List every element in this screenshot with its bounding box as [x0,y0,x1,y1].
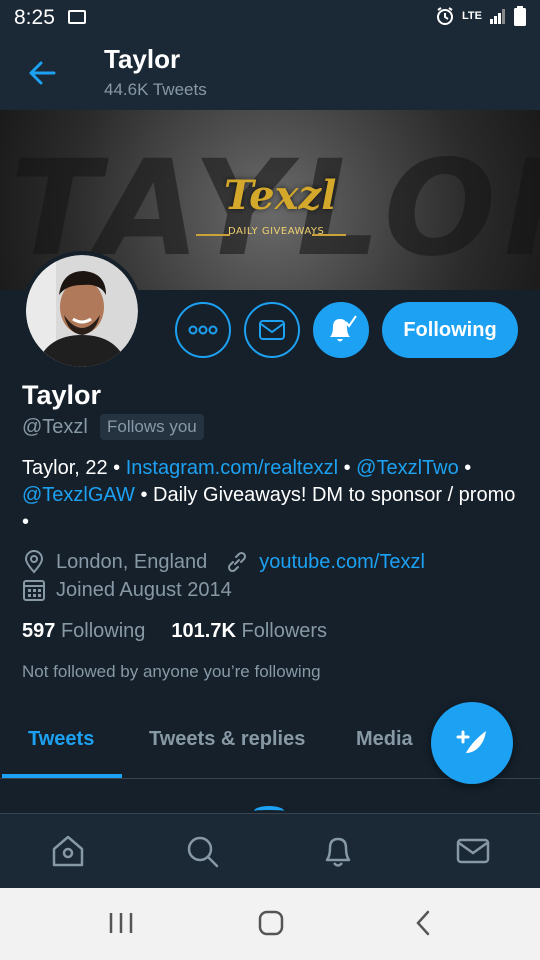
alarm-icon [437,7,454,25]
location-text: London, England [56,550,208,573]
followers-label: Followers [241,620,328,642]
message-button[interactable] [244,302,300,358]
bio-mention-texzltwo[interactable]: @TexzlTwo [356,457,459,479]
back-arrow-icon [29,61,56,85]
follows-you-badge: Follows you [100,414,204,440]
mail-icon [259,320,285,340]
recents-icon[interactable] [108,911,134,935]
lte-icon: LTE [462,10,482,22]
following-label: Following [60,620,146,642]
bell-icon [330,315,357,342]
signal-icon [490,9,505,24]
status-icons: LTE [435,6,526,26]
bio-mention-texzlgaw[interactable]: @TexzlGAW [22,484,135,506]
status-time: 8:25 [14,6,55,29]
notifications-button[interactable] [313,302,369,358]
back-button[interactable] [22,56,64,90]
location-pin-icon [24,550,44,574]
tab-tweets-and-replies[interactable]: Tweets & replies [149,728,305,751]
calendar-icon [23,580,45,601]
more-options-button[interactable] [175,302,231,358]
profile-bio: Taylor, 22 • Instagram.com/realtexzl • @… [22,455,522,536]
profile-header-bar [0,36,540,110]
avatar[interactable] [22,251,142,371]
header-title: Taylor [104,44,181,74]
back-icon[interactable] [414,910,432,936]
bio-text: • [338,457,357,479]
joined-text: Joined August 2014 [56,578,232,601]
home-icon[interactable] [258,910,284,936]
more-icon [188,325,218,335]
followed-by-text: Not followed by anyone you’re following [22,662,321,681]
follow-stats: 597 Following 101.7K Followers [22,620,327,643]
banner-logo: Texzl [224,172,337,219]
tweet-count: 44.6K Tweets [104,80,207,99]
link-icon [228,551,247,573]
following-button[interactable]: Following [382,302,518,358]
avatar-image [26,255,138,367]
following-count: 597 [22,620,56,642]
bio-link-instagram[interactable]: Instagram.com/realtexzl [126,457,338,479]
search-icon[interactable] [184,833,220,869]
website-link[interactable]: youtube.com/Texzl [259,551,425,574]
banner-tagline: DAILY GIVEAWAYS [228,226,325,237]
compose-feather-icon [456,730,486,757]
following-stat[interactable]: 597 Following [22,620,145,643]
tab-tweets[interactable]: Tweets [28,728,94,751]
image-icon [68,10,86,24]
profile-handle: @Texzl [22,416,88,438]
followers-count: 101.7K [171,620,236,642]
compose-tweet-button[interactable] [431,702,513,784]
location-row: London, England youtube.com/Texzl [22,550,425,574]
notifications-icon[interactable] [320,833,356,869]
profile-name: Taylor [22,380,102,410]
tab-media[interactable]: Media [356,728,413,751]
bio-text: Taylor, 22 • [22,457,126,479]
bio-text: • [458,457,472,479]
joined-row: Joined August 2014 [22,578,232,602]
messages-icon[interactable] [455,833,491,869]
followers-stat[interactable]: 101.7K Followers [171,620,327,643]
home-icon[interactable] [50,833,86,869]
banner-line-left [196,234,230,236]
battery-icon [514,6,526,26]
